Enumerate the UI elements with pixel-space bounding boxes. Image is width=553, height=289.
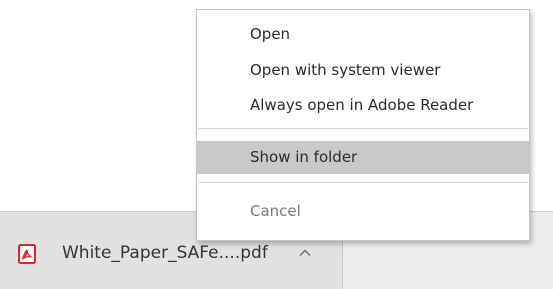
download-file-name: White_Paper_SAFe....pdf	[62, 243, 268, 263]
download-context-menu: Open Open with system viewer Always open…	[196, 9, 530, 241]
browser-window: White_Paper_SAFe....pdf Open Open with s…	[0, 0, 553, 289]
menu-item-always-open-in-adobe-reader[interactable]: Always open in Adobe Reader	[197, 89, 529, 122]
menu-item-open-with-system-viewer[interactable]: Open with system viewer	[197, 54, 529, 87]
menu-separator	[198, 128, 528, 129]
pdf-icon	[18, 244, 36, 264]
menu-item-cancel[interactable]: Cancel	[197, 195, 529, 228]
chevron-up-icon[interactable]	[297, 245, 313, 261]
menu-item-show-in-folder[interactable]: Show in folder	[197, 141, 529, 174]
menu-separator	[198, 182, 528, 183]
menu-item-open[interactable]: Open	[197, 18, 529, 51]
